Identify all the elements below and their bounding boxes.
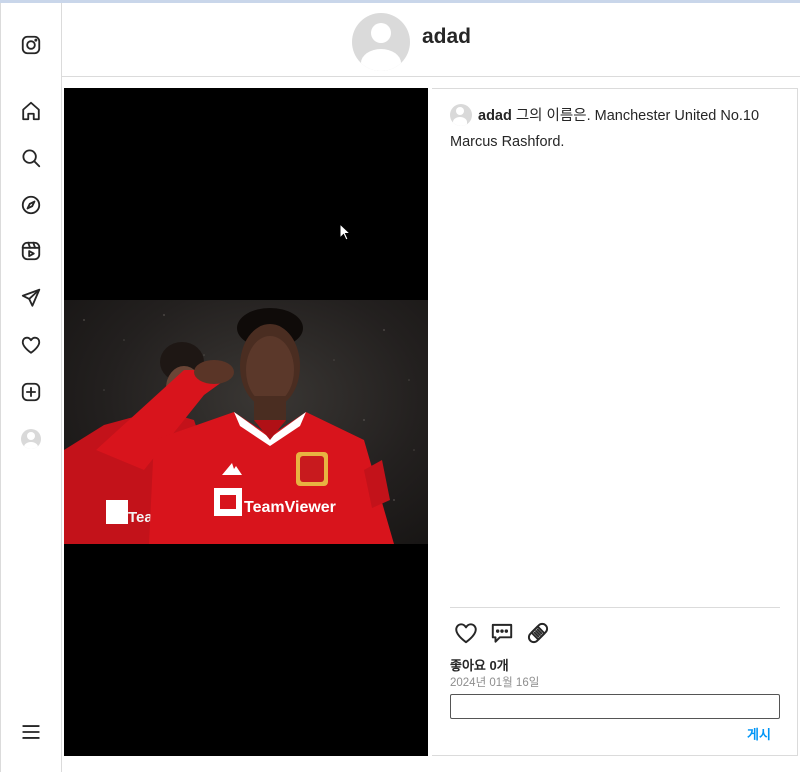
profile-avatar-icon[interactable] bbox=[15, 423, 47, 455]
messages-icon[interactable] bbox=[15, 282, 47, 314]
mouse-cursor-icon bbox=[339, 223, 352, 241]
heart-icon bbox=[455, 623, 477, 644]
caption-username[interactable]: adad bbox=[478, 108, 512, 124]
home-icon[interactable] bbox=[15, 95, 47, 127]
avatar[interactable] bbox=[352, 13, 410, 71]
notifications-icon[interactable] bbox=[15, 329, 47, 361]
caption-avatar[interactable] bbox=[450, 103, 472, 126]
likes-count: 좋아요 0개 bbox=[450, 658, 509, 673]
post-actions bbox=[452, 619, 552, 647]
svg-text:TeamViewer: TeamViewer bbox=[244, 499, 336, 516]
divider bbox=[450, 607, 780, 608]
bandage-button[interactable] bbox=[524, 619, 552, 647]
menu-icon[interactable] bbox=[15, 716, 47, 748]
header-username[interactable]: adad bbox=[422, 25, 471, 49]
search-icon[interactable] bbox=[15, 142, 47, 174]
post-date: 2024년 01월 16일 bbox=[450, 677, 540, 689]
post-comment-button[interactable]: 게시 bbox=[747, 724, 771, 743]
comment-button[interactable] bbox=[488, 619, 516, 647]
post-caption: adad 그의 이름은. Manchester United No.10 Marc… bbox=[450, 103, 780, 155]
post-photo: TeamVie TeamViewer bbox=[64, 300, 428, 544]
bandage-icon bbox=[527, 622, 549, 644]
sidebar bbox=[0, 3, 62, 772]
explore-icon[interactable] bbox=[15, 189, 47, 221]
post-header: adad bbox=[62, 3, 800, 77]
comment-icon bbox=[491, 623, 513, 643]
post-details-panel: adad 그의 이름은. Manchester United No.10 Marc… bbox=[432, 88, 798, 756]
like-button[interactable] bbox=[452, 619, 480, 647]
instagram-icon[interactable] bbox=[15, 29, 47, 61]
create-icon[interactable] bbox=[15, 376, 47, 408]
reels-icon[interactable] bbox=[15, 235, 47, 267]
post-image-container: TeamVie TeamViewer bbox=[64, 88, 428, 756]
comment-input[interactable] bbox=[450, 694, 780, 719]
